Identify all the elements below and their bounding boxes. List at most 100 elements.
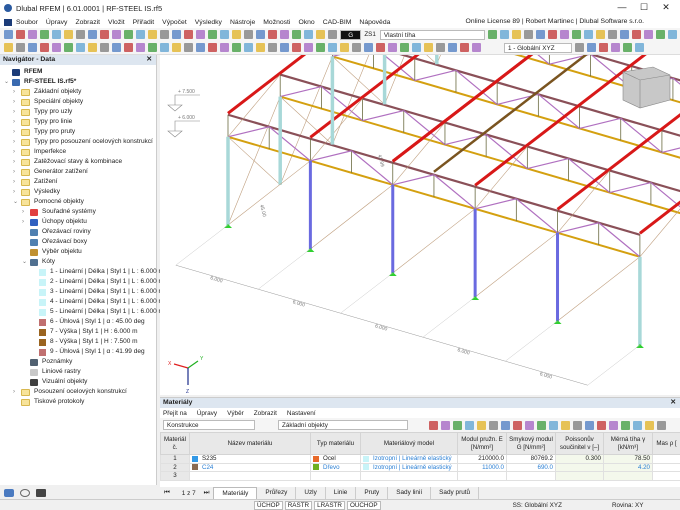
menu-3[interactable]: Vložit [108, 19, 125, 26]
tree-item[interactable]: RFEM [4, 67, 42, 77]
truss-diagonal[interactable] [673, 78, 680, 112]
toolbar-button-icon[interactable] [64, 43, 73, 52]
status-toggle[interactable]: ÚCHOP [254, 501, 283, 510]
toolbar-button-icon[interactable] [304, 30, 313, 39]
chevron-right-icon[interactable]: › [13, 127, 21, 137]
toolbar-button-icon[interactable] [244, 30, 253, 39]
material-E[interactable] [458, 472, 507, 481]
truss-diagonal[interactable] [415, 70, 456, 80]
tree-item[interactable]: 1 - Lineární | Délka | Styl 1 | L : 6.00… [31, 267, 164, 277]
chevron-right-icon[interactable]: › [13, 187, 21, 197]
views-tab-icon[interactable] [36, 489, 46, 497]
status-toggle[interactable]: RASTR [285, 501, 312, 510]
tab-2[interactable]: Uzly [296, 487, 325, 499]
toolbar-button-icon[interactable] [436, 43, 445, 52]
toolbar-button-icon[interactable] [64, 30, 73, 39]
tree-item[interactable]: 9 - Úhlová | Styl 1 | α : 41.99 deg [31, 347, 145, 357]
level-marker-icon[interactable] [168, 121, 200, 137]
tree-item[interactable]: ›Generátor zatížení [13, 167, 88, 177]
menu-10[interactable]: CAD-BIM [323, 19, 352, 26]
tree-item[interactable]: ›Typy pro posouzení ocelových konstrukcí [13, 137, 153, 147]
toolbar-button-icon[interactable] [621, 421, 630, 430]
tree-item[interactable]: ›Posouzení ocelových konstrukcí [13, 387, 127, 397]
chevron-right-icon[interactable]: › [13, 177, 21, 187]
dimension-extension[interactable] [341, 273, 393, 313]
truss-diagonal[interactable] [363, 111, 404, 121]
toolbar-button-icon[interactable] [148, 43, 157, 52]
toolbar-button-icon[interactable] [364, 43, 373, 52]
tree-item[interactable]: ›Typy pro uzly [13, 107, 72, 117]
toolbar-button-icon[interactable] [28, 43, 37, 52]
toolbar-button-icon[interactable] [560, 30, 569, 39]
tree-item[interactable]: ⌄Kóty [22, 257, 55, 267]
column-header[interactable]: Materiálový model [361, 433, 458, 455]
tree-item[interactable]: 4 - Lineární | Délka | Styl 1 | L : 6.00… [31, 297, 164, 307]
toolbar-button-icon[interactable] [549, 421, 558, 430]
tree-item[interactable]: Ořezávací roviny [22, 227, 91, 237]
toolbar-button-icon[interactable] [232, 30, 241, 39]
toolbar-button-icon[interactable] [489, 421, 498, 430]
chevron-right-icon[interactable]: › [13, 157, 21, 167]
tab-5[interactable]: Sady linií [388, 487, 431, 499]
table-row[interactable]: 1S235OcelIzotropní | Lineárně elastický2… [161, 455, 680, 464]
toolbar-button-icon[interactable] [575, 43, 584, 52]
toolbar-button-icon[interactable] [584, 30, 593, 39]
menu-1[interactable]: Úpravy [46, 19, 68, 26]
status-toggle[interactable]: OUCHOP [347, 501, 381, 510]
toolbar-button-icon[interactable] [352, 43, 361, 52]
toolbar-button-icon[interactable] [465, 421, 474, 430]
truss-diagonal[interactable] [280, 87, 321, 97]
tree-item[interactable]: ›Výsledky [13, 187, 60, 197]
toolbar-button-icon[interactable] [28, 30, 37, 39]
toolbar-button-icon[interactable] [148, 30, 157, 39]
toolbar-button-icon[interactable] [88, 30, 97, 39]
tab-0[interactable]: Materiály [213, 487, 257, 499]
menu-7[interactable]: Nástroje [230, 19, 255, 26]
tree-item[interactable]: Tiskové protokoly [13, 397, 84, 407]
navigation-cube[interactable] [623, 67, 670, 108]
toolbar-button-icon[interactable] [208, 43, 217, 52]
wall-bracing[interactable] [558, 257, 640, 321]
toolbar-button-icon[interactable] [160, 43, 169, 52]
column-header[interactable]: Typ materiálu [311, 433, 361, 455]
materials-menu-item[interactable]: Zobrazit [254, 410, 277, 417]
toolbar-button-icon[interactable] [280, 30, 289, 39]
material-gamma[interactable] [604, 472, 653, 481]
toolbar-button-icon[interactable] [4, 43, 13, 52]
toolbar-button-icon[interactable] [412, 43, 421, 52]
toolbar-button-icon[interactable] [645, 421, 654, 430]
materials-menu-item[interactable]: Přejít na [163, 410, 187, 417]
toolbar-button-icon[interactable] [587, 43, 596, 52]
tree-item[interactable]: ›Imperfekce [13, 147, 66, 157]
truss-diagonal[interactable] [580, 118, 621, 128]
toolbar-button-icon[interactable] [160, 30, 169, 39]
material-E[interactable]: 11000.0 [458, 463, 507, 472]
material-nu[interactable] [556, 472, 604, 481]
material-type-cell[interactable] [311, 472, 361, 481]
truss-diagonal[interactable] [374, 55, 415, 80]
toolbar-button-icon[interactable] [424, 43, 433, 52]
tab-4[interactable]: Pruty [356, 487, 388, 499]
structure-model[interactable]: 6.0006.0006.0006.0006.000+ 7.500+ 6.0004… [160, 55, 680, 395]
toolbar-button-icon[interactable] [376, 43, 385, 52]
toolbar-button-icon[interactable] [196, 30, 205, 39]
wall-bracing[interactable] [437, 55, 489, 64]
toolbar-button-icon[interactable] [100, 30, 109, 39]
truss-diagonal[interactable] [310, 151, 351, 161]
dimension-extension[interactable] [258, 249, 310, 289]
toolbar-button-icon[interactable] [112, 43, 121, 52]
toolbar-button-icon[interactable] [112, 30, 121, 39]
menu-6[interactable]: Výsledky [195, 19, 222, 26]
chevron-right-icon[interactable]: › [13, 387, 21, 397]
tab-6[interactable]: Sady prutů [431, 487, 479, 499]
menu-4[interactable]: Přiřadit [133, 19, 155, 26]
toolbar-button-icon[interactable] [304, 43, 313, 52]
column-header[interactable]: Název materiálu [190, 433, 311, 455]
toolbar-button-icon[interactable] [635, 43, 644, 52]
toolbar-button-icon[interactable] [488, 30, 497, 39]
toolbar-button-icon[interactable] [76, 30, 85, 39]
column-header[interactable]: Mas ρ [ [653, 433, 680, 455]
toolbar-button-icon[interactable] [512, 30, 521, 39]
wall-bracing[interactable] [228, 161, 310, 225]
truss-diagonal[interactable] [610, 183, 651, 193]
